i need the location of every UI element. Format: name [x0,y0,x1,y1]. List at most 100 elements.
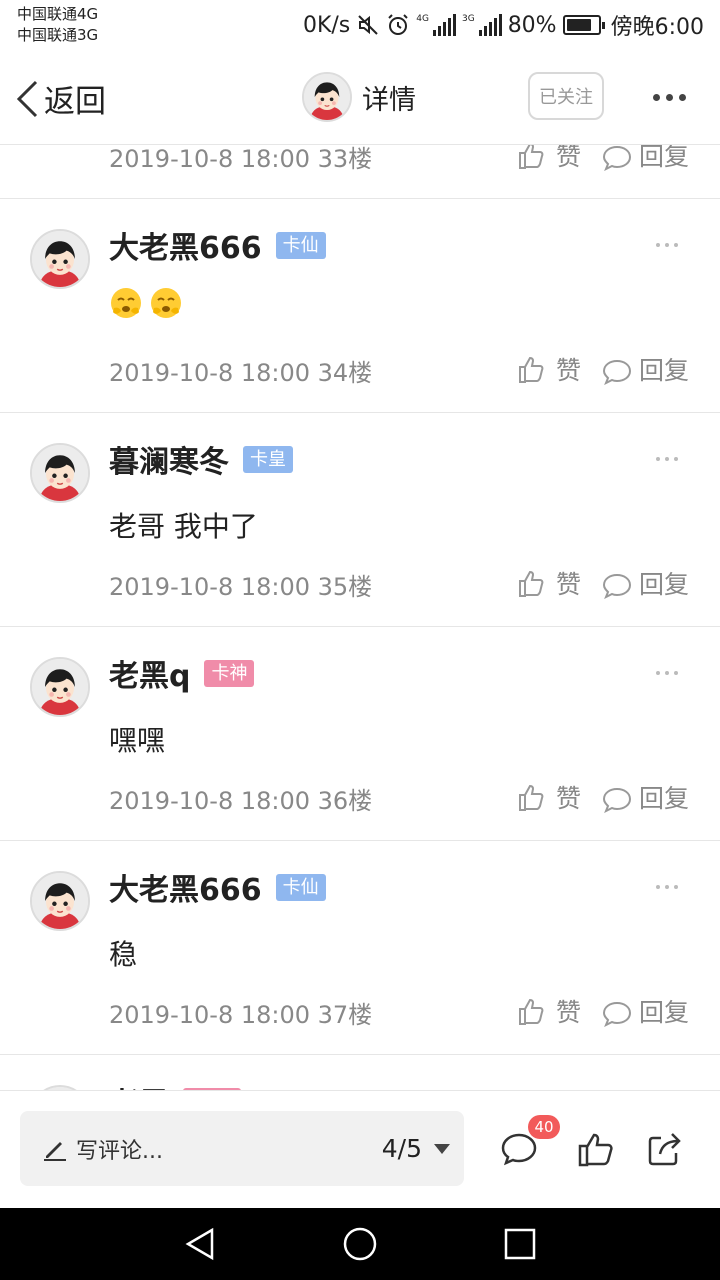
system-recents-icon[interactable] [502,1226,538,1262]
carrier-2: 中国联通3G [17,26,99,44]
username[interactable]: 老黑q 卡神 [109,651,255,695]
like-label: 赞 [556,784,582,813]
battery-percent: 80% [507,12,557,38]
back-button[interactable]: 返回 [14,76,106,121]
pencil-icon [44,1141,66,1161]
thumbs-up-icon [519,784,544,811]
more-options-icon[interactable] [653,94,686,101]
comment-meta: 2019-10-8 18:00 34楼 [109,359,373,387]
thumbs-up-icon [519,998,544,1025]
comment-content [109,285,189,320]
avatar[interactable] [30,657,90,717]
comment-item[interactable]: 大老黑666 卡仙 2019-10-8 18:00 34楼 赞 回复 [0,199,720,413]
top-nav-bar: 返回 详情 已关注 [0,50,720,145]
reply-label: 回复 [639,998,690,1027]
like-label: 赞 [556,356,582,385]
reply-button[interactable]: 回复 [602,145,689,173]
like-button[interactable]: 赞 [517,993,581,1029]
follow-button[interactable]: 已关注 [528,72,604,120]
caret-down-icon [434,1143,450,1154]
reply-bubble-icon [602,1001,632,1027]
like-button[interactable]: 赞 [517,565,581,601]
like-label: 赞 [556,570,582,599]
comment-content: 老哥 我中了 [109,510,258,543]
alarm-icon [388,14,408,35]
system-navigation-bar [0,1208,720,1280]
avatar[interactable] [30,871,90,931]
reply-bubble-icon [602,787,632,813]
user-level-badge: 卡皇 [243,445,293,473]
user-level-badge: 卡仙 [275,873,326,901]
reply-label: 回复 [639,784,690,813]
status-bar: 中国联通4G 中国联通3G 0K/s 4G 3G 80% 傍晚6:00 [0,0,720,50]
mute-icon [358,15,378,35]
hushed-face-icon [111,288,141,318]
bottom-action-bar: 写评论... 4/5 40 [0,1090,720,1208]
hushed-face-icon [151,288,181,318]
like-button[interactable]: 赞 [517,779,581,815]
username-text: 大老黑666 [109,873,262,908]
reply-button[interactable]: 回复 [602,351,689,387]
reply-bubble-icon [602,573,632,599]
system-home-icon[interactable] [342,1226,378,1262]
avatar [302,72,352,122]
comment-content: 稳 [109,938,138,971]
more-options-icon[interactable] [656,243,678,247]
comment-count-badge: 40 [528,1115,560,1139]
reply-bubble-icon [602,145,632,171]
comment-meta: 2019-10-8 18:00 37楼 [109,1001,373,1029]
like-label: 赞 [556,145,582,171]
comment-item[interactable]: 大老黑666 卡仙稳 2019-10-8 18:00 37楼 赞 回复 [0,841,720,1055]
reply-label: 回复 [639,570,690,599]
comment-item[interactable]: 暮澜寒冬 卡皇老哥 我中了 2019-10-8 18:00 35楼 赞 回复 [0,413,720,627]
comment-meta: 2019-10-8 18:00 33楼 [109,145,373,173]
reply-button[interactable]: 回复 [602,779,689,815]
reply-label: 回复 [639,356,690,385]
username[interactable]: 大老黑666 卡仙 [109,865,326,909]
thumbs-up-icon [519,570,544,597]
more-options-icon[interactable] [656,671,678,675]
reply-button[interactable]: 回复 [602,993,689,1029]
comment-input[interactable]: 写评论... 4/5 [20,1111,464,1186]
comment-meta: 2019-10-8 18:00 36楼 [109,787,373,815]
username-text: 暮澜寒冬 [109,445,229,480]
share-icon[interactable] [646,1129,686,1169]
thumbs-up-icon [519,145,544,169]
comment-item[interactable]: 老黑q 卡神嘿嘿 2019-10-8 18:00 36楼 赞 回复 [0,627,720,841]
more-options-icon[interactable] [656,457,678,461]
comment-item[interactable]: 2019-10-8 18:00 33楼 赞 回复 [0,145,720,199]
like-button[interactable]: 赞 [517,351,581,387]
page-title: 详情 [362,84,416,116]
avatar[interactable] [30,229,90,289]
signal-3g-icon: 3G [462,14,502,36]
reply-button[interactable]: 回复 [602,565,689,601]
reply-bubble-icon [602,359,632,385]
username[interactable]: 老黑 [109,1079,241,1090]
comment-placeholder: 写评论... [76,1138,163,1164]
like-label: 赞 [556,998,582,1027]
avatar[interactable] [30,443,90,503]
clock: 傍晚6:00 [610,15,704,40]
like-button[interactable]: 赞 [517,145,581,173]
status-icons: 0K/s 4G 3G 80% 傍晚6:00 [297,8,704,42]
comment-content: 嘿嘿 [109,724,166,757]
username[interactable]: 大老黑666 卡仙 [109,223,326,267]
username-text: 老黑q [109,659,191,694]
more-options-icon[interactable] [656,885,678,889]
back-label: 返回 [44,84,106,120]
thumbs-up-icon[interactable] [576,1129,616,1169]
page-selector[interactable]: 4/5 [382,1111,450,1186]
username[interactable]: 暮澜寒冬 卡皇 [109,437,293,481]
nav-author[interactable]: 详情 [302,72,416,122]
battery-icon [562,15,605,35]
comment-meta: 2019-10-8 18:00 35楼 [109,573,373,601]
thumbs-up-icon [519,356,544,383]
system-back-icon[interactable] [182,1226,218,1262]
comment-feed[interactable]: 2019-10-8 18:00 33楼赞回复 大老黑666 卡仙 2019-10-8 … [0,145,720,1090]
comment-item[interactable]: 老黑 [0,1055,720,1090]
user-level-badge: 卡神 [204,659,255,687]
chevron-left-icon [16,80,38,117]
carrier-info: 中国联通4G 中国联通3G [17,4,98,46]
carrier-1: 中国联通4G [17,5,99,23]
username-text: 老黑 [109,1079,169,1090]
